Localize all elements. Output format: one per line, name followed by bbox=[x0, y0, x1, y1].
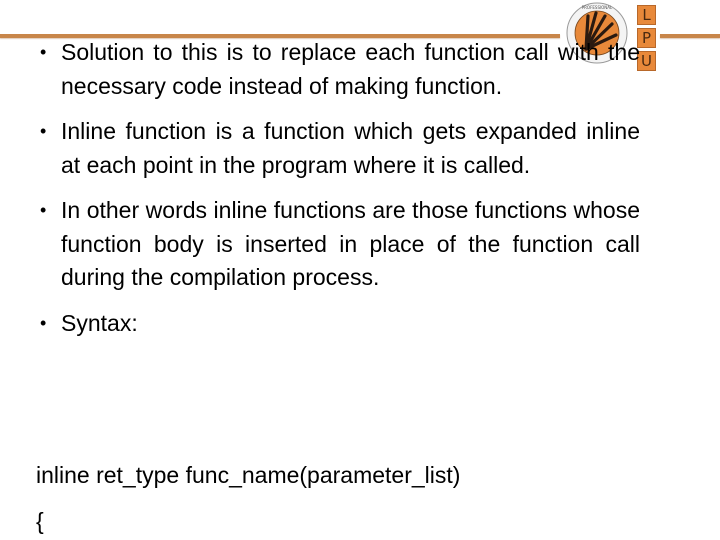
bullet-dot: • bbox=[40, 121, 47, 141]
bullet-text: Syntax: bbox=[61, 309, 138, 336]
bullet-text: Solution to this is to replace each func… bbox=[61, 39, 640, 99]
header-divider-right bbox=[660, 34, 720, 38]
bullet-dot: • bbox=[40, 200, 47, 220]
bullet-text: In other words inline functions are thos… bbox=[61, 197, 640, 290]
code-open-brace: { bbox=[36, 508, 44, 534]
bullet-other-words: • In other words inline functions are th… bbox=[40, 194, 640, 295]
bullet-solution: • Solution to this is to replace each fu… bbox=[40, 36, 640, 103]
logo-letter-l: L bbox=[637, 5, 656, 25]
bullet-syntax: • Syntax: bbox=[40, 307, 640, 341]
bullet-definition: • Inline function is a function which ge… bbox=[40, 115, 640, 182]
bullet-text: Inline function is a function which gets… bbox=[61, 118, 640, 178]
svg-text:PROFESSIONAL: PROFESSIONAL bbox=[582, 5, 613, 10]
bullet-dot: • bbox=[40, 312, 47, 333]
code-signature-line: inline ret_type func_name(parameter_list… bbox=[36, 462, 461, 488]
bullet-dot: • bbox=[40, 42, 47, 62]
slide-body: • Solution to this is to replace each fu… bbox=[40, 34, 640, 352]
